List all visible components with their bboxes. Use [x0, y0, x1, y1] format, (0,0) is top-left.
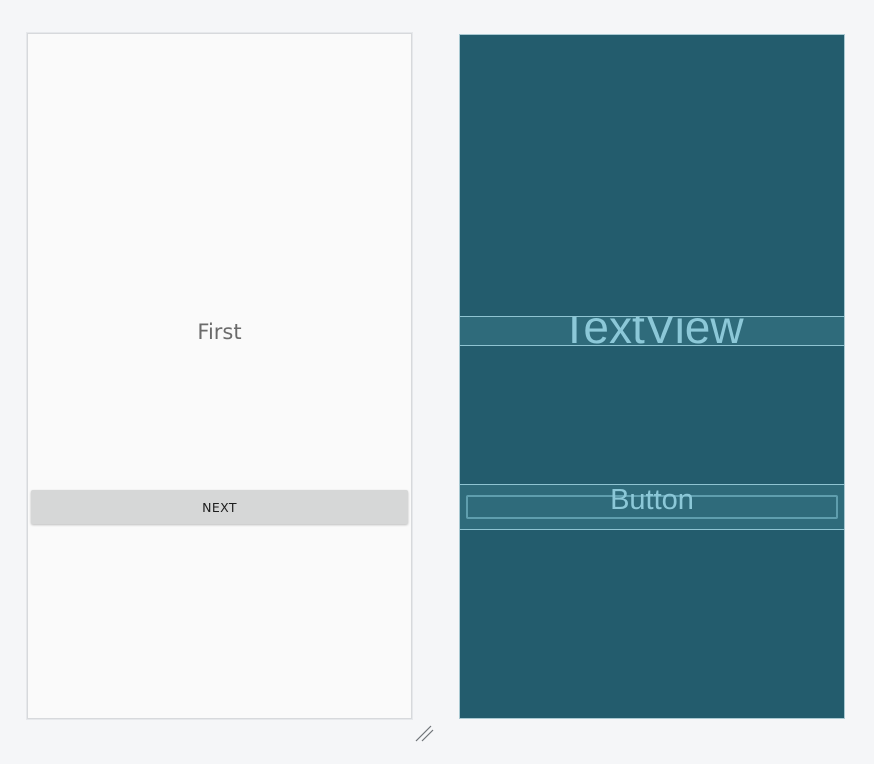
blueprint-button[interactable]: Button — [460, 484, 844, 530]
blueprint-textview-label: TextView — [560, 316, 744, 346]
blueprint-button-label: Button — [610, 484, 694, 516]
design-textview-first[interactable]: First — [28, 320, 411, 344]
resize-handle-icon[interactable] — [414, 722, 436, 744]
design-preview-frame[interactable]: First NEXT — [27, 33, 412, 719]
blueprint-textview[interactable]: TextView — [460, 316, 844, 346]
blueprint-preview-frame[interactable]: TextView Button — [459, 34, 845, 719]
layout-editor-canvas: First NEXT TextView Button — [0, 0, 874, 764]
design-next-button[interactable]: NEXT — [31, 490, 408, 524]
